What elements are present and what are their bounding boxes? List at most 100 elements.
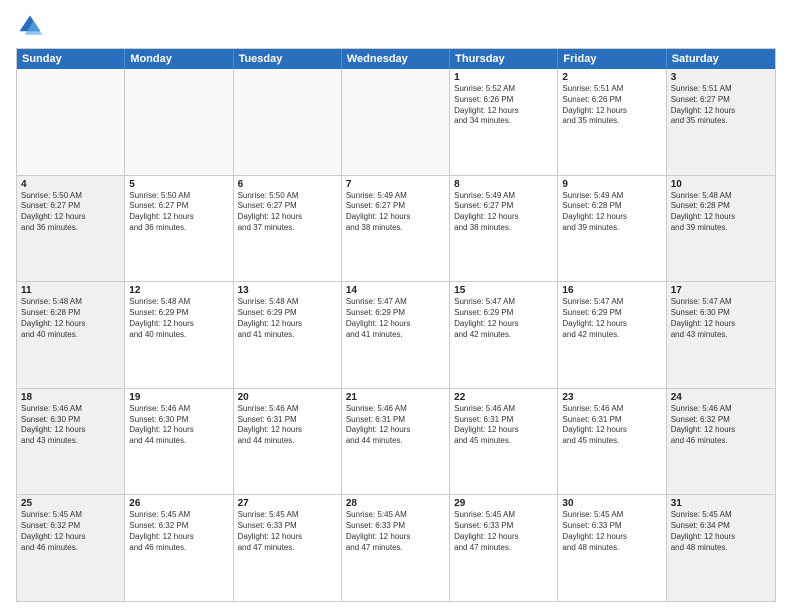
cell-content: Sunrise: 5:52 AM Sunset: 6:26 PM Dayligh… <box>454 84 553 127</box>
cell-content: Sunrise: 5:49 AM Sunset: 6:27 PM Dayligh… <box>454 191 553 234</box>
day-number: 20 <box>238 392 337 403</box>
calendar-cell: 8Sunrise: 5:49 AM Sunset: 6:27 PM Daylig… <box>450 176 558 282</box>
calendar-cell: 29Sunrise: 5:45 AM Sunset: 6:33 PM Dayli… <box>450 495 558 601</box>
calendar-week-1: 1Sunrise: 5:52 AM Sunset: 6:26 PM Daylig… <box>17 69 775 175</box>
calendar-cell: 1Sunrise: 5:52 AM Sunset: 6:26 PM Daylig… <box>450 69 558 175</box>
day-number: 12 <box>129 285 228 296</box>
cell-content: Sunrise: 5:45 AM Sunset: 6:33 PM Dayligh… <box>454 510 553 553</box>
calendar-cell: 14Sunrise: 5:47 AM Sunset: 6:29 PM Dayli… <box>342 282 450 388</box>
day-number: 8 <box>454 179 553 190</box>
calendar-header-thursday: Thursday <box>450 49 558 69</box>
day-number: 30 <box>562 498 661 509</box>
calendar-header-row: SundayMondayTuesdayWednesdayThursdayFrid… <box>17 49 775 69</box>
cell-content: Sunrise: 5:50 AM Sunset: 6:27 PM Dayligh… <box>21 191 120 234</box>
day-number: 19 <box>129 392 228 403</box>
calendar-cell: 16Sunrise: 5:47 AM Sunset: 6:29 PM Dayli… <box>558 282 666 388</box>
day-number: 9 <box>562 179 661 190</box>
cell-content: Sunrise: 5:45 AM Sunset: 6:33 PM Dayligh… <box>346 510 445 553</box>
day-number: 21 <box>346 392 445 403</box>
calendar-week-4: 18Sunrise: 5:46 AM Sunset: 6:30 PM Dayli… <box>17 388 775 495</box>
day-number: 1 <box>454 72 553 83</box>
calendar-week-5: 25Sunrise: 5:45 AM Sunset: 6:32 PM Dayli… <box>17 494 775 601</box>
calendar-cell: 23Sunrise: 5:46 AM Sunset: 6:31 PM Dayli… <box>558 389 666 495</box>
calendar-cell: 4Sunrise: 5:50 AM Sunset: 6:27 PM Daylig… <box>17 176 125 282</box>
day-number: 16 <box>562 285 661 296</box>
cell-content: Sunrise: 5:51 AM Sunset: 6:27 PM Dayligh… <box>671 84 771 127</box>
calendar-cell: 24Sunrise: 5:46 AM Sunset: 6:32 PM Dayli… <box>667 389 775 495</box>
calendar-cell: 10Sunrise: 5:48 AM Sunset: 6:28 PM Dayli… <box>667 176 775 282</box>
day-number: 10 <box>671 179 771 190</box>
cell-content: Sunrise: 5:46 AM Sunset: 6:31 PM Dayligh… <box>562 404 661 447</box>
day-number: 26 <box>129 498 228 509</box>
cell-content: Sunrise: 5:45 AM Sunset: 6:34 PM Dayligh… <box>671 510 771 553</box>
cell-content: Sunrise: 5:46 AM Sunset: 6:32 PM Dayligh… <box>671 404 771 447</box>
calendar-cell: 6Sunrise: 5:50 AM Sunset: 6:27 PM Daylig… <box>234 176 342 282</box>
cell-content: Sunrise: 5:47 AM Sunset: 6:29 PM Dayligh… <box>562 297 661 340</box>
calendar-cell: 12Sunrise: 5:48 AM Sunset: 6:29 PM Dayli… <box>125 282 233 388</box>
calendar-cell: 11Sunrise: 5:48 AM Sunset: 6:28 PM Dayli… <box>17 282 125 388</box>
header <box>16 12 776 40</box>
calendar-header-friday: Friday <box>558 49 666 69</box>
day-number: 14 <box>346 285 445 296</box>
day-number: 11 <box>21 285 120 296</box>
calendar-cell: 25Sunrise: 5:45 AM Sunset: 6:32 PM Dayli… <box>17 495 125 601</box>
calendar-cell: 20Sunrise: 5:46 AM Sunset: 6:31 PM Dayli… <box>234 389 342 495</box>
calendar-cell <box>17 69 125 175</box>
cell-content: Sunrise: 5:46 AM Sunset: 6:30 PM Dayligh… <box>129 404 228 447</box>
day-number: 22 <box>454 392 553 403</box>
calendar-cell: 9Sunrise: 5:49 AM Sunset: 6:28 PM Daylig… <box>558 176 666 282</box>
cell-content: Sunrise: 5:46 AM Sunset: 6:31 PM Dayligh… <box>454 404 553 447</box>
cell-content: Sunrise: 5:49 AM Sunset: 6:27 PM Dayligh… <box>346 191 445 234</box>
calendar-cell: 30Sunrise: 5:45 AM Sunset: 6:33 PM Dayli… <box>558 495 666 601</box>
calendar-cell: 15Sunrise: 5:47 AM Sunset: 6:29 PM Dayli… <box>450 282 558 388</box>
cell-content: Sunrise: 5:47 AM Sunset: 6:29 PM Dayligh… <box>346 297 445 340</box>
day-number: 25 <box>21 498 120 509</box>
calendar-cell: 27Sunrise: 5:45 AM Sunset: 6:33 PM Dayli… <box>234 495 342 601</box>
day-number: 17 <box>671 285 771 296</box>
calendar-cell: 19Sunrise: 5:46 AM Sunset: 6:30 PM Dayli… <box>125 389 233 495</box>
calendar-cell <box>125 69 233 175</box>
cell-content: Sunrise: 5:46 AM Sunset: 6:31 PM Dayligh… <box>238 404 337 447</box>
calendar-cell: 13Sunrise: 5:48 AM Sunset: 6:29 PM Dayli… <box>234 282 342 388</box>
cell-content: Sunrise: 5:48 AM Sunset: 6:28 PM Dayligh… <box>671 191 771 234</box>
day-number: 27 <box>238 498 337 509</box>
cell-content: Sunrise: 5:46 AM Sunset: 6:31 PM Dayligh… <box>346 404 445 447</box>
calendar-header-wednesday: Wednesday <box>342 49 450 69</box>
calendar-cell: 17Sunrise: 5:47 AM Sunset: 6:30 PM Dayli… <box>667 282 775 388</box>
calendar-header-saturday: Saturday <box>667 49 775 69</box>
calendar-cell: 21Sunrise: 5:46 AM Sunset: 6:31 PM Dayli… <box>342 389 450 495</box>
cell-content: Sunrise: 5:48 AM Sunset: 6:29 PM Dayligh… <box>238 297 337 340</box>
cell-content: Sunrise: 5:50 AM Sunset: 6:27 PM Dayligh… <box>129 191 228 234</box>
cell-content: Sunrise: 5:50 AM Sunset: 6:27 PM Dayligh… <box>238 191 337 234</box>
day-number: 29 <box>454 498 553 509</box>
day-number: 6 <box>238 179 337 190</box>
calendar-cell: 5Sunrise: 5:50 AM Sunset: 6:27 PM Daylig… <box>125 176 233 282</box>
day-number: 23 <box>562 392 661 403</box>
day-number: 4 <box>21 179 120 190</box>
calendar-cell: 3Sunrise: 5:51 AM Sunset: 6:27 PM Daylig… <box>667 69 775 175</box>
day-number: 24 <box>671 392 771 403</box>
calendar-cell: 22Sunrise: 5:46 AM Sunset: 6:31 PM Dayli… <box>450 389 558 495</box>
calendar-cell: 26Sunrise: 5:45 AM Sunset: 6:32 PM Dayli… <box>125 495 233 601</box>
cell-content: Sunrise: 5:48 AM Sunset: 6:28 PM Dayligh… <box>21 297 120 340</box>
cell-content: Sunrise: 5:49 AM Sunset: 6:28 PM Dayligh… <box>562 191 661 234</box>
page: SundayMondayTuesdayWednesdayThursdayFrid… <box>0 0 792 612</box>
calendar-cell: 18Sunrise: 5:46 AM Sunset: 6:30 PM Dayli… <box>17 389 125 495</box>
day-number: 31 <box>671 498 771 509</box>
day-number: 3 <box>671 72 771 83</box>
calendar-cell <box>342 69 450 175</box>
cell-content: Sunrise: 5:47 AM Sunset: 6:29 PM Dayligh… <box>454 297 553 340</box>
day-number: 2 <box>562 72 661 83</box>
calendar-cell <box>234 69 342 175</box>
calendar-header-tuesday: Tuesday <box>234 49 342 69</box>
logo-icon <box>16 12 44 40</box>
calendar-cell: 31Sunrise: 5:45 AM Sunset: 6:34 PM Dayli… <box>667 495 775 601</box>
calendar-week-2: 4Sunrise: 5:50 AM Sunset: 6:27 PM Daylig… <box>17 175 775 282</box>
calendar-header-monday: Monday <box>125 49 233 69</box>
calendar-cell: 2Sunrise: 5:51 AM Sunset: 6:26 PM Daylig… <box>558 69 666 175</box>
calendar-header-sunday: Sunday <box>17 49 125 69</box>
cell-content: Sunrise: 5:51 AM Sunset: 6:26 PM Dayligh… <box>562 84 661 127</box>
day-number: 18 <box>21 392 120 403</box>
cell-content: Sunrise: 5:45 AM Sunset: 6:32 PM Dayligh… <box>21 510 120 553</box>
cell-content: Sunrise: 5:46 AM Sunset: 6:30 PM Dayligh… <box>21 404 120 447</box>
